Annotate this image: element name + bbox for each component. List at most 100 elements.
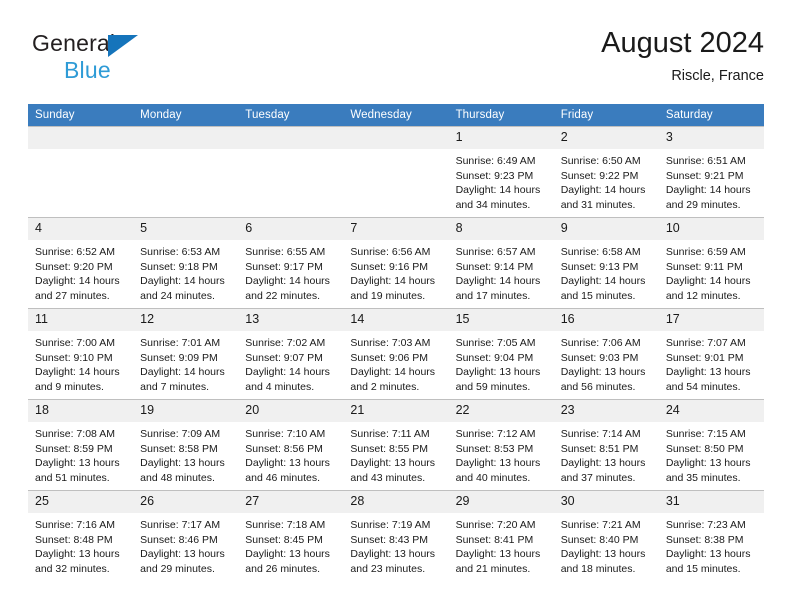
day-number — [28, 127, 134, 149]
calendar-day-cell[interactable]: 1 Sunrise: 6:49 AM Sunset: 9:23 PM Daylight… — [448, 126, 554, 218]
calendar-day-cell[interactable]: 16 Sunrise: 7:06 AM Sunset: 9:03 PM Dayligh… — [553, 308, 659, 400]
daylight-text-line1: Daylight: 14 hours — [560, 184, 646, 197]
sunrise-text: Sunrise: 7:05 AM — [455, 337, 536, 349]
daylight-text-line2: and 7 minutes. — [140, 380, 210, 393]
calendar-day-cell[interactable]: 10 Sunrise: 6:59 AM Sunset: 9:11 PM Dayligh… — [658, 217, 764, 309]
calendar-day-cell[interactable]: 17 Sunrise: 7:07 AM Sunset: 9:01 PM Dayligh… — [658, 308, 764, 400]
sunrise-text: Sunrise: 7:23 AM — [665, 519, 746, 531]
day-details: Sunrise: 6:53 AM Sunset: 9:18 PM Daylight:… — [133, 240, 238, 303]
calendar-day-cell[interactable]: 18 Sunrise: 7:08 AM Sunset: 8:59 PM Dayligh… — [28, 399, 134, 491]
daylight-text-line1: Daylight: 14 hours — [665, 184, 751, 197]
sunrise-text: Sunrise: 7:07 AM — [665, 337, 746, 349]
daylight-text-line1: Daylight: 14 hours — [455, 275, 541, 288]
daylight-text-line1: Daylight: 13 hours — [455, 457, 541, 470]
daylight-text-line2: and 43 minutes. — [350, 471, 426, 484]
calendar-day-cell[interactable]: 2 Sunrise: 6:50 AM Sunset: 9:22 PM Daylight… — [553, 126, 659, 218]
calendar-day-cell[interactable]: 13 Sunrise: 7:02 AM Sunset: 9:07 PM Dayligh… — [238, 308, 344, 400]
day-number: 14 — [343, 309, 449, 331]
calendar-day-cell[interactable]: 14 Sunrise: 7:03 AM Sunset: 9:06 PM Dayligh… — [343, 308, 449, 400]
sunrise-text: Sunrise: 7:02 AM — [245, 337, 326, 349]
calendar-day-cell[interactable]: 11 Sunrise: 7:00 AM Sunset: 9:10 PM Dayligh… — [28, 308, 134, 400]
daylight-text-line2: and 22 minutes. — [245, 289, 320, 302]
day-number: 15 — [448, 309, 554, 331]
sunset-text: Sunset: 9:20 PM — [35, 260, 113, 273]
sunset-text: Sunset: 9:11 PM — [665, 260, 743, 273]
day-number: 8 — [448, 218, 554, 240]
day-details: Sunrise: 7:18 AM Sunset: 8:45 PM Daylight:… — [238, 513, 343, 576]
day-number: 12 — [133, 309, 239, 331]
day-number: 11 — [28, 309, 134, 331]
calendar-day-cell[interactable]: 9 Sunrise: 6:58 AM Sunset: 9:13 PM Daylight… — [553, 217, 659, 309]
daylight-text-line1: Daylight: 14 hours — [665, 275, 751, 288]
day-number: 24 — [658, 400, 764, 422]
sunrise-text: Sunrise: 6:58 AM — [560, 246, 641, 258]
calendar-day-cell[interactable]: 15 Sunrise: 7:05 AM Sunset: 9:04 PM Dayligh… — [448, 308, 554, 400]
sunrise-text: Sunrise: 6:49 AM — [455, 155, 536, 167]
calendar-day-cell[interactable]: 6 Sunrise: 6:55 AM Sunset: 9:17 PM Daylight… — [238, 217, 344, 309]
calendar-day-cell[interactable]: 22 Sunrise: 7:12 AM Sunset: 8:53 PM Dayligh… — [448, 399, 554, 491]
calendar-day-cell[interactable]: 24 Sunrise: 7:15 AM Sunset: 8:50 PM Dayligh… — [658, 399, 764, 491]
day-number: 1 — [448, 127, 554, 149]
calendar-day-cell[interactable]: 31 Sunrise: 7:23 AM Sunset: 8:38 PM Dayligh… — [658, 490, 764, 581]
day-details: Sunrise: 7:19 AM Sunset: 8:43 PM Daylight:… — [343, 513, 448, 576]
calendar-day-cell[interactable]: 19 Sunrise: 7:09 AM Sunset: 8:58 PM Dayligh… — [133, 399, 239, 491]
sunrise-text: Sunrise: 7:00 AM — [35, 337, 115, 349]
sunset-text: Sunset: 8:43 PM — [350, 533, 429, 546]
calendar-day-cell[interactable]: 27 Sunrise: 7:18 AM Sunset: 8:45 PM Dayligh… — [238, 490, 344, 581]
calendar-day-cell[interactable]: 21 Sunrise: 7:11 AM Sunset: 8:55 PM Dayligh… — [343, 399, 449, 491]
calendar-day-cell[interactable]: 28 Sunrise: 7:19 AM Sunset: 8:43 PM Dayligh… — [343, 490, 449, 581]
calendar-day-cell[interactable]: 25 Sunrise: 7:16 AM Sunset: 8:48 PM Dayligh… — [28, 490, 134, 581]
day-details: Sunrise: 7:14 AM Sunset: 8:51 PM Daylight:… — [554, 422, 659, 485]
sunset-text: Sunset: 9:06 PM — [350, 351, 429, 364]
sunrise-text: Sunrise: 7:14 AM — [560, 428, 641, 440]
day-details: Sunrise: 7:01 AM Sunset: 9:09 PM Daylight:… — [133, 331, 238, 394]
day-details: Sunrise: 6:57 AM Sunset: 9:14 PM Daylight:… — [449, 240, 554, 303]
calendar-day-cell[interactable]: 3 Sunrise: 6:51 AM Sunset: 9:21 PM Daylight… — [658, 126, 764, 218]
daylight-text-line2: and 4 minutes. — [245, 380, 315, 393]
daylight-text-line2: and 15 minutes. — [560, 289, 636, 302]
sunrise-text: Sunrise: 7:20 AM — [455, 519, 536, 531]
daylight-text-line2: and 21 minutes. — [455, 562, 531, 575]
sunrise-text: Sunrise: 6:56 AM — [350, 246, 431, 258]
daylight-text-line2: and 26 minutes. — [245, 562, 320, 575]
weekday-header-saturday: Saturday — [658, 104, 764, 127]
sunrise-text: Sunrise: 7:03 AM — [350, 337, 431, 349]
sunset-text: Sunset: 8:59 PM — [35, 442, 113, 455]
sunset-text: Sunset: 8:45 PM — [245, 533, 323, 546]
day-number — [238, 127, 344, 149]
daylight-text-line2: and 29 minutes. — [140, 562, 215, 575]
day-number: 25 — [28, 491, 134, 513]
day-details: Sunrise: 7:09 AM Sunset: 8:58 PM Daylight:… — [133, 422, 238, 485]
daylight-text-line2: and 54 minutes. — [665, 380, 741, 393]
calendar-week-row: 1 Sunrise: 6:49 AM Sunset: 9:23 PM Daylight… — [28, 126, 764, 218]
day-number: 22 — [448, 400, 554, 422]
calendar-day-cell[interactable]: 23 Sunrise: 7:14 AM Sunset: 8:51 PM Dayligh… — [553, 399, 659, 491]
sunrise-text: Sunrise: 7:18 AM — [245, 519, 326, 531]
daylight-text-line2: and 19 minutes. — [350, 289, 426, 302]
calendar-day-cell[interactable]: 4 Sunrise: 6:52 AM Sunset: 9:20 PM Daylight… — [28, 217, 134, 309]
weekday-header-thursday: Thursday — [448, 104, 554, 127]
day-details: Sunrise: 6:55 AM Sunset: 9:17 PM Daylight:… — [238, 240, 343, 303]
calendar-day-cell[interactable]: 12 Sunrise: 7:01 AM Sunset: 9:09 PM Dayligh… — [133, 308, 239, 400]
day-number: 9 — [553, 218, 659, 240]
sunrise-text: Sunrise: 6:55 AM — [245, 246, 326, 258]
sunset-text: Sunset: 9:10 PM — [35, 351, 113, 364]
calendar-day-cell[interactable]: 30 Sunrise: 7:21 AM Sunset: 8:40 PM Dayligh… — [553, 490, 659, 581]
calendar-day-cell-empty — [238, 126, 344, 218]
sunrise-text: Sunrise: 7:21 AM — [560, 519, 641, 531]
calendar-day-cell[interactable]: 5 Sunrise: 6:53 AM Sunset: 9:18 PM Daylight… — [133, 217, 239, 309]
daylight-text-line1: Daylight: 14 hours — [140, 366, 225, 379]
daylight-text-line1: Daylight: 13 hours — [560, 457, 646, 470]
calendar-day-cell[interactable]: 20 Sunrise: 7:10 AM Sunset: 8:56 PM Dayligh… — [238, 399, 344, 491]
page-title: August 2024 — [601, 27, 764, 59]
calendar-day-cell[interactable]: 8 Sunrise: 6:57 AM Sunset: 9:14 PM Daylight… — [448, 217, 554, 309]
brand-logo[interactable]: General Blue — [32, 32, 262, 90]
page-header: General Blue August 2024 Riscle, France — [28, 26, 764, 92]
calendar-week-row: 4 Sunrise: 6:52 AM Sunset: 9:20 PM Daylight… — [28, 217, 764, 309]
calendar-day-cell[interactable]: 26 Sunrise: 7:17 AM Sunset: 8:46 PM Dayligh… — [133, 490, 239, 581]
calendar-day-cell[interactable]: 29 Sunrise: 7:20 AM Sunset: 8:41 PM Dayligh… — [448, 490, 554, 581]
calendar-day-cell[interactable]: 7 Sunrise: 6:56 AM Sunset: 9:16 PM Daylight… — [343, 217, 449, 309]
daylight-text-line2: and 29 minutes. — [665, 198, 741, 211]
daylight-text-line1: Daylight: 13 hours — [35, 548, 120, 561]
calendar-day-cell-empty — [28, 126, 134, 218]
